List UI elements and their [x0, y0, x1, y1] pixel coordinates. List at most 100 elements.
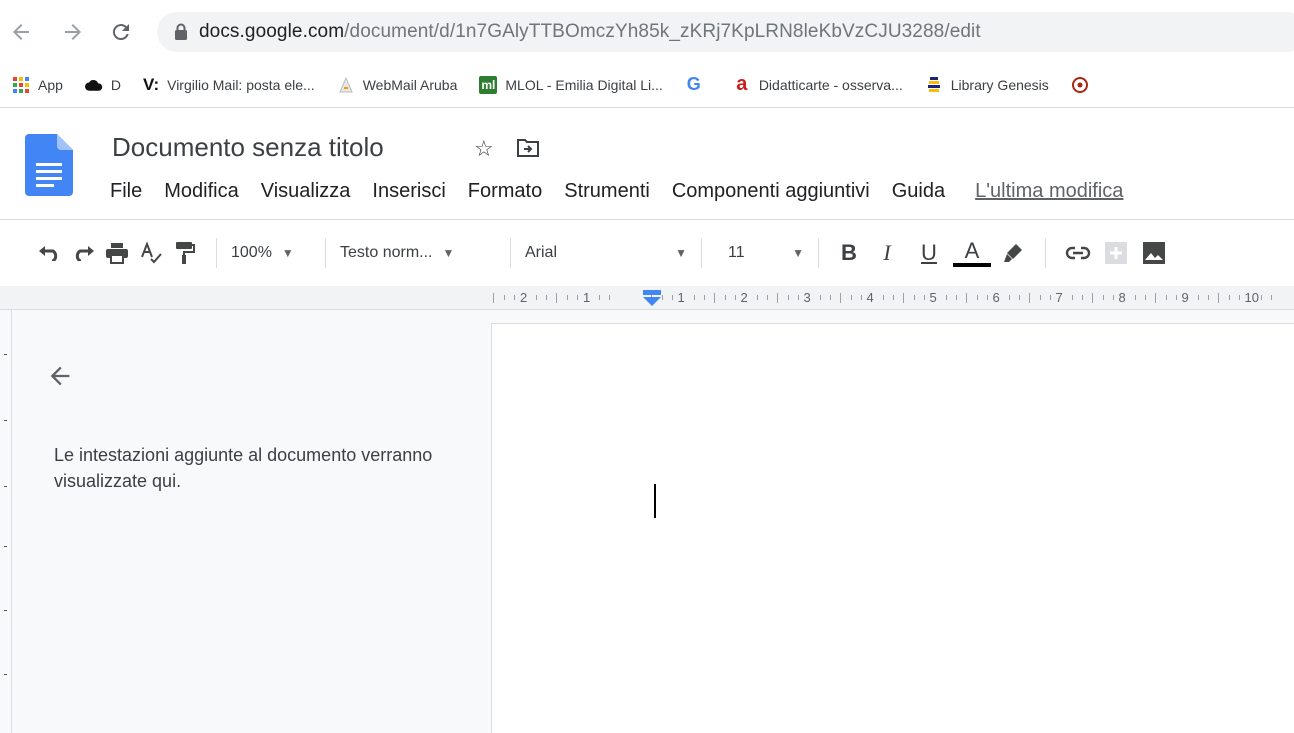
print-icon	[106, 243, 128, 264]
caret-down-icon: ▼	[281, 246, 294, 260]
spellcheck-button[interactable]	[134, 235, 168, 271]
ruler-tick	[1217, 293, 1219, 303]
ruler-number: 10	[1244, 290, 1259, 305]
bookmark-d[interactable]: D	[84, 76, 122, 94]
menu-componenti-aggiuntivi[interactable]: Componenti aggiuntivi	[670, 180, 872, 203]
reload-button[interactable]	[106, 14, 136, 50]
toolbar-separator	[510, 238, 511, 268]
document-page[interactable]	[492, 324, 1294, 733]
omnibox[interactable]: docs.google.com/document/d/1n7GAlyTTBOmc…	[157, 12, 1294, 52]
font-size-select[interactable]: 11 ▼	[716, 244, 804, 262]
url-host: docs.google.com	[199, 21, 345, 42]
insert-link-button[interactable]	[1060, 235, 1096, 271]
insert-image-button[interactable]	[1136, 235, 1172, 271]
ruler-tick	[1154, 293, 1156, 303]
insert-comment-button[interactable]	[1096, 235, 1136, 271]
menu-inserisci[interactable]: Inserisci	[370, 180, 447, 203]
ruler-tick	[1018, 295, 1020, 300]
menu-visualizza[interactable]: Visualizza	[259, 180, 353, 203]
url-path: /document/d/1n7GAlyTTBOmczYh85k_zKRj7KpL…	[344, 21, 981, 42]
menu-guida[interactable]: Guida	[890, 180, 947, 203]
menu-file[interactable]: File	[108, 180, 144, 203]
bookmark-didatticarte[interactable]: a Didatticarte - osserva...	[733, 73, 903, 95]
zoom-select[interactable]: 100% ▼	[231, 244, 311, 262]
bookmarks-bar: App D V: Virgilio Mail: posta ele... Web…	[0, 62, 1294, 108]
document-title[interactable]: Documento senza titolo	[112, 132, 384, 163]
ruler-tick	[776, 293, 778, 303]
font-select[interactable]: Arial ▼	[525, 244, 687, 262]
bold-button[interactable]: B	[833, 235, 865, 271]
ruler-tick	[514, 295, 515, 300]
ruler-tick	[1207, 295, 1209, 300]
ruler-tick	[1175, 295, 1177, 300]
ruler-tick	[693, 295, 695, 300]
close-outline-button[interactable]	[46, 362, 74, 395]
bookmark-aruba[interactable]: WebMail Aruba	[337, 76, 458, 94]
ruler-tick	[986, 295, 988, 300]
aruba-icon	[337, 76, 355, 94]
ruler-number: 1	[583, 290, 591, 305]
toolbar-separator	[1045, 238, 1046, 268]
ruler-tick	[599, 295, 600, 300]
highlight-button[interactable]	[995, 235, 1031, 271]
last-edit-link[interactable]: L'ultima modifica	[975, 180, 1123, 203]
cloud-icon	[84, 76, 103, 94]
ruler-number: 5	[929, 290, 937, 305]
bookmark-mlol[interactable]: ml MLOL - Emilia Digital Li...	[479, 75, 663, 94]
star-icon[interactable]: ☆	[474, 136, 494, 162]
bookmark-label: WebMail Aruba	[362, 76, 458, 93]
ruler-tick	[567, 295, 568, 300]
ruler-number: 7	[1055, 290, 1063, 305]
bookmark-overflow[interactable]	[1071, 76, 1097, 94]
ruler-tick	[1102, 295, 1104, 300]
ruler-tick	[1039, 295, 1041, 300]
bookmark-google[interactable]: G	[685, 74, 711, 94]
underline-button[interactable]: U	[909, 235, 949, 271]
bookmark-library-genesis[interactable]: Library Genesis	[925, 76, 1049, 94]
ruler-tick	[1165, 295, 1167, 300]
text-color-button[interactable]: A	[949, 235, 995, 271]
back-button[interactable]	[6, 14, 36, 50]
paragraph-style-select[interactable]: Testo norm... ▼	[340, 244, 496, 262]
ruler-tick	[923, 295, 925, 300]
forward-arrow-icon	[65, 24, 81, 40]
ruler-tick	[1270, 295, 1272, 300]
ruler-scale: 2 1 1 2 3 4 5 6 7 8 9 10	[490, 290, 1294, 306]
ruler-number: 3	[803, 290, 811, 305]
paint-format-icon	[176, 242, 195, 264]
indent-marker-icon[interactable]	[641, 288, 663, 308]
ruler-tick	[546, 295, 547, 300]
italic-button[interactable]: I	[865, 235, 909, 271]
bookmark-app[interactable]: App	[12, 76, 63, 94]
menu-formato[interactable]: Formato	[466, 180, 544, 203]
google-docs-logo-icon[interactable]	[25, 134, 73, 201]
menu-modifica[interactable]: Modifica	[162, 180, 240, 203]
ruler-number: 1	[677, 290, 685, 305]
text-cursor	[654, 484, 656, 518]
text-color-letter: A	[964, 238, 980, 263]
bookmark-virgilio[interactable]: V: Virgilio Mail: posta ele...	[143, 75, 315, 94]
undo-button[interactable]	[34, 235, 66, 271]
ruler-tick	[860, 295, 862, 300]
menu-strumenti[interactable]: Strumenti	[562, 180, 652, 203]
mlol-icon: ml	[479, 75, 498, 94]
ruler-tick	[850, 295, 852, 300]
caret-down-icon: ▼	[792, 246, 804, 260]
url-text: docs.google.com/document/d/1n7GAlyTTBOmc…	[199, 21, 981, 43]
forward-button[interactable]	[58, 14, 88, 50]
vertical-ruler[interactable]	[0, 310, 12, 733]
back-arrow-icon	[13, 24, 29, 40]
bookmark-label: MLOL - Emilia Digital Li...	[505, 76, 663, 93]
document-workspace: Le intestazioni aggiunte al documento ve…	[0, 310, 1294, 733]
print-button[interactable]	[100, 235, 134, 271]
ruler-tick	[1238, 295, 1240, 300]
redo-button[interactable]	[66, 235, 100, 271]
paint-format-button[interactable]	[168, 235, 202, 271]
paragraph-style-value: Testo norm...	[340, 244, 433, 261]
bookmark-label: D	[110, 76, 122, 93]
text-color-swatch	[953, 263, 991, 267]
move-to-folder-icon[interactable]	[516, 138, 540, 163]
bookmark-label: Virgilio Mail: posta ele...	[167, 76, 315, 93]
bookmark-label: Didatticarte - osserva...	[758, 76, 903, 93]
reload-icon	[112, 24, 129, 41]
